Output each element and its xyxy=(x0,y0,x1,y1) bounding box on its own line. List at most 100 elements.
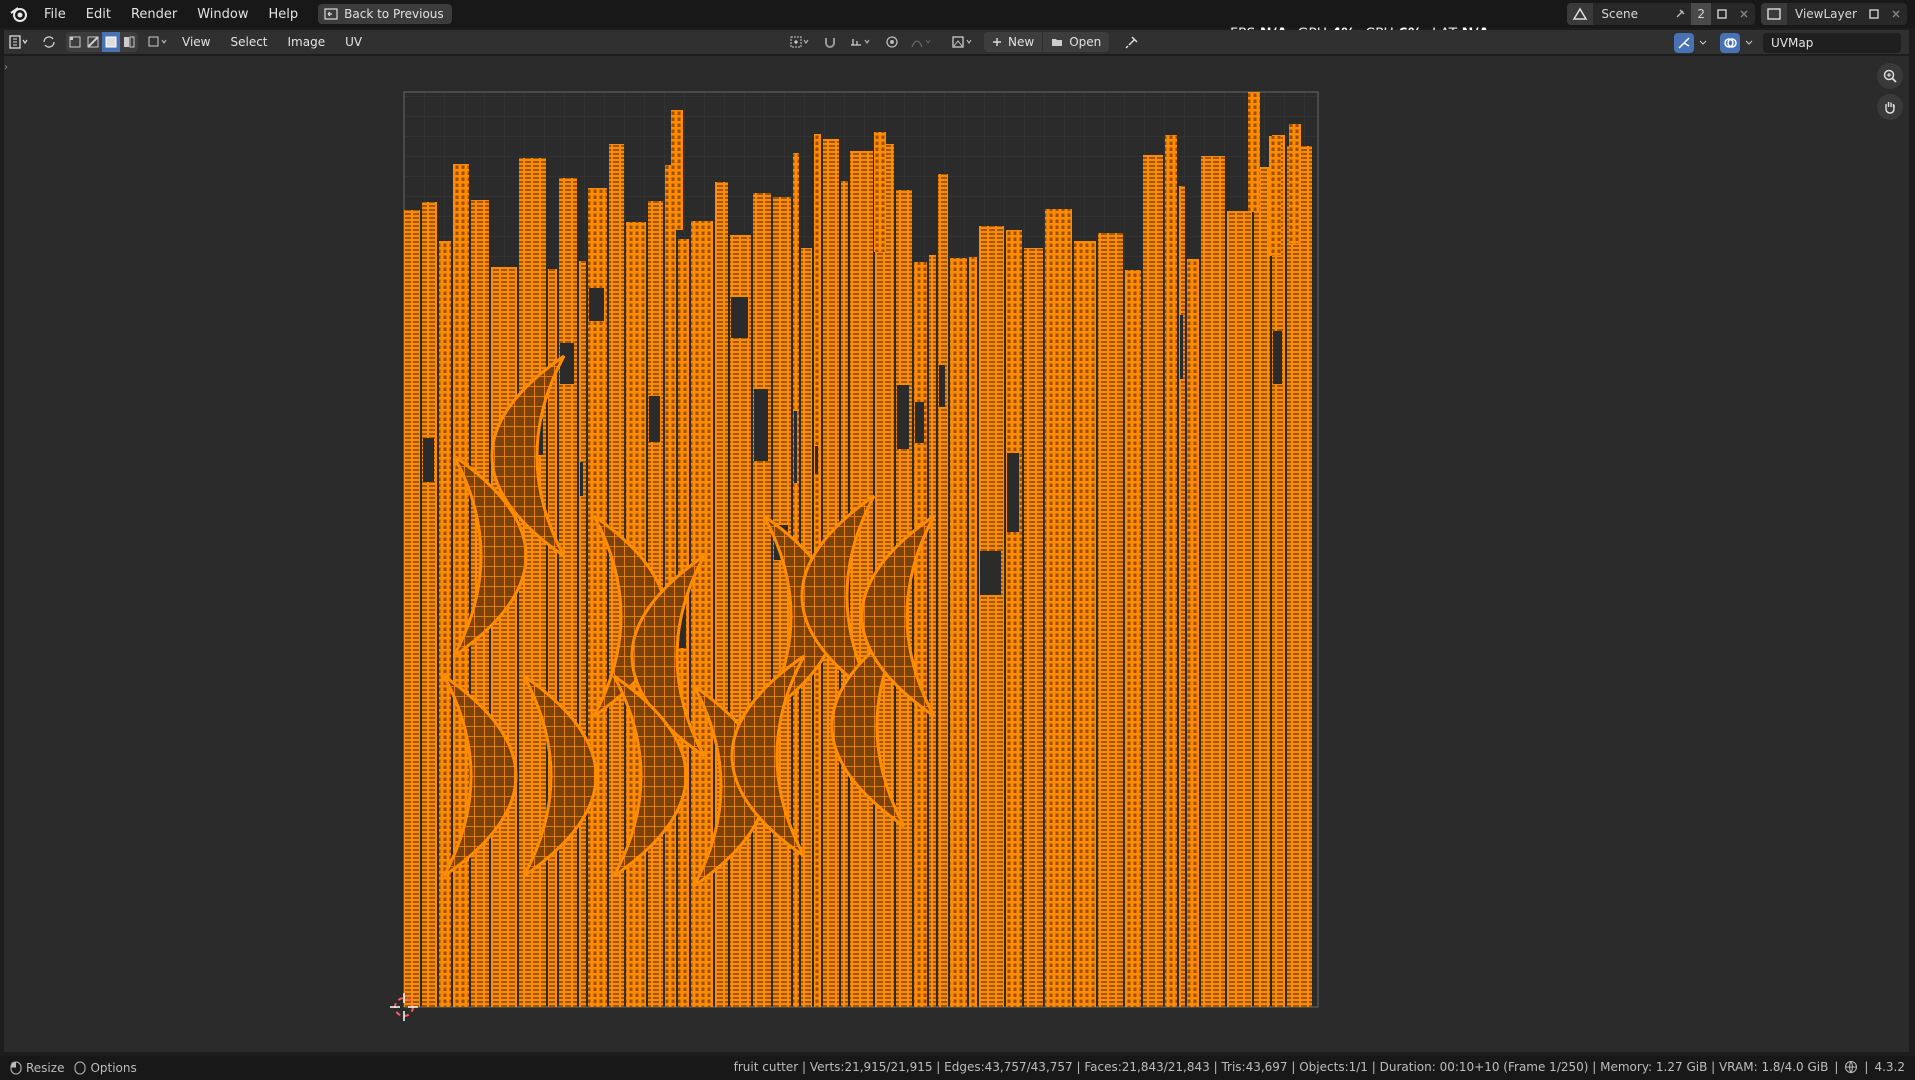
scene-selector[interactable]: Scene 2 xyxy=(1567,3,1755,25)
uv-island-strip[interactable] xyxy=(1074,241,1096,1007)
edge-mode-icon xyxy=(87,36,99,48)
uv-island-strip[interactable] xyxy=(914,262,927,1007)
uv-island-strip[interactable] xyxy=(1125,270,1141,1007)
chevron-down-icon xyxy=(1699,40,1707,45)
menu-file[interactable]: File xyxy=(34,7,76,22)
proportional-editing-toggle[interactable] xyxy=(882,31,902,53)
menu-image[interactable]: Image xyxy=(278,35,336,49)
menu-view[interactable]: View xyxy=(172,35,220,49)
uv-island-strip[interactable] xyxy=(559,178,577,1007)
editor-type-selector[interactable] xyxy=(4,31,34,53)
menu-select[interactable]: Select xyxy=(220,35,277,49)
uv-island-strip[interactable] xyxy=(929,255,936,1007)
uv-gap xyxy=(980,551,1001,595)
blender-version: 4.3.2 xyxy=(1874,1060,1905,1074)
snap-target-dropdown[interactable] xyxy=(846,31,876,53)
uv-island-strip[interactable] xyxy=(938,174,948,1007)
open-image-button[interactable]: Open xyxy=(1043,32,1110,52)
uv-gap xyxy=(1007,453,1019,532)
sync-selection-toggle[interactable] xyxy=(38,31,60,53)
uv-island-strip[interactable] xyxy=(1045,209,1072,1007)
uv-island-strip[interactable] xyxy=(979,226,1004,1007)
uv-island-strip[interactable] xyxy=(491,267,517,1007)
delete-scene-icon[interactable] xyxy=(1733,3,1755,25)
uv-island-strip[interactable] xyxy=(950,258,967,1007)
uv-island-strip[interactable] xyxy=(691,221,713,1007)
uv-map-selector[interactable]: UVMap xyxy=(1763,33,1901,53)
new-view-layer-icon[interactable] xyxy=(1863,3,1885,25)
chevron-down-icon xyxy=(1745,40,1753,45)
sticky-select-icon xyxy=(148,36,167,47)
view-layer-icon[interactable] xyxy=(1761,3,1787,25)
uv-island-strip[interactable] xyxy=(1187,259,1199,1007)
uv-island-strip[interactable] xyxy=(1269,136,1281,256)
uv-island-strip[interactable] xyxy=(1227,211,1252,1007)
uv-island-strip[interactable] xyxy=(1248,92,1260,212)
uv-layout-canvas[interactable] xyxy=(4,56,1909,1052)
uv-gap xyxy=(589,288,604,321)
uv-island-strip[interactable] xyxy=(1143,155,1163,1007)
uv-island-strip[interactable] xyxy=(730,235,751,1007)
uv-island-strip[interactable] xyxy=(753,193,771,1007)
scene-users-count[interactable]: 2 xyxy=(1691,3,1711,25)
menu-uv[interactable]: UV xyxy=(335,35,372,49)
scene-name[interactable]: Scene xyxy=(1593,7,1669,21)
overlays-toggle[interactable] xyxy=(1717,32,1757,54)
uv-gap xyxy=(915,402,924,443)
uv-island-strip[interactable] xyxy=(404,210,420,1007)
uv-island-strip[interactable] xyxy=(1024,248,1043,1007)
menu-window[interactable]: Window xyxy=(187,7,258,22)
uv-island-strip[interactable] xyxy=(773,197,791,1007)
uv-island-strip[interactable] xyxy=(1254,167,1270,1007)
pin-scene-icon[interactable] xyxy=(1669,3,1691,25)
edge-select-mode[interactable] xyxy=(84,32,102,52)
proportional-edit-icon xyxy=(886,36,898,48)
magnet-icon xyxy=(825,38,835,48)
uv-island-strip[interactable] xyxy=(1201,156,1225,1007)
vertex-select-mode[interactable] xyxy=(66,32,84,52)
uv-island-strip[interactable] xyxy=(519,158,546,1007)
network-globe-icon[interactable] xyxy=(1844,1060,1858,1074)
sticky-selection-dropdown[interactable] xyxy=(144,31,172,53)
menu-help[interactable]: Help xyxy=(259,7,309,22)
pin-image-toggle[interactable] xyxy=(1121,31,1143,53)
image-browse-dropdown[interactable] xyxy=(948,31,978,53)
uv-island-strip[interactable] xyxy=(715,182,728,1007)
menu-render[interactable]: Render xyxy=(121,7,187,22)
uv-editor-viewport[interactable]: › xyxy=(4,56,1909,1052)
menu-edit[interactable]: Edit xyxy=(76,7,121,22)
uv-island-strip[interactable] xyxy=(969,257,977,1007)
uv-island-strip[interactable] xyxy=(1289,124,1301,244)
uv-island-strip[interactable] xyxy=(1179,186,1185,1007)
uv-island-strip[interactable] xyxy=(1006,230,1022,1007)
island-select-mode[interactable] xyxy=(120,32,138,52)
uv-gap xyxy=(560,343,574,384)
uv-islands-group[interactable] xyxy=(404,92,1312,1007)
view-layer-name[interactable]: ViewLayer xyxy=(1787,7,1863,21)
uv-island-strip[interactable] xyxy=(422,202,437,1007)
new-image-button[interactable]: New xyxy=(984,32,1043,52)
uv-island-strip[interactable] xyxy=(874,132,886,252)
uv-island-strip[interactable] xyxy=(1272,135,1285,1007)
uv-island-strip[interactable] xyxy=(1287,146,1312,1007)
pivot-point-dropdown[interactable] xyxy=(786,31,814,53)
gizmo-toggle[interactable] xyxy=(1671,32,1711,54)
snap-toggle[interactable] xyxy=(820,31,840,53)
new-scene-icon[interactable] xyxy=(1711,3,1733,25)
uv-island-strip[interactable] xyxy=(453,164,469,1007)
falloff-dropdown[interactable] xyxy=(908,31,936,53)
image-browse-icon xyxy=(952,36,972,48)
folder-icon xyxy=(1052,39,1063,46)
uv-island-strip[interactable] xyxy=(850,151,873,1007)
back-to-previous-button[interactable]: Back to Previous xyxy=(318,4,452,24)
blender-logo-icon[interactable] xyxy=(8,3,30,25)
uv-island-strip[interactable] xyxy=(1098,233,1123,1007)
uv-island-strip[interactable] xyxy=(1165,135,1177,1007)
uv-island-strip[interactable] xyxy=(439,241,451,1007)
uv-island-strip[interactable] xyxy=(671,110,683,230)
face-select-mode[interactable] xyxy=(102,32,120,52)
scene-icon[interactable] xyxy=(1567,3,1594,25)
view-layer-selector[interactable]: ViewLayer xyxy=(1761,3,1907,25)
delete-view-layer-icon[interactable] xyxy=(1885,3,1907,25)
uv-island-strip[interactable] xyxy=(579,261,586,1007)
